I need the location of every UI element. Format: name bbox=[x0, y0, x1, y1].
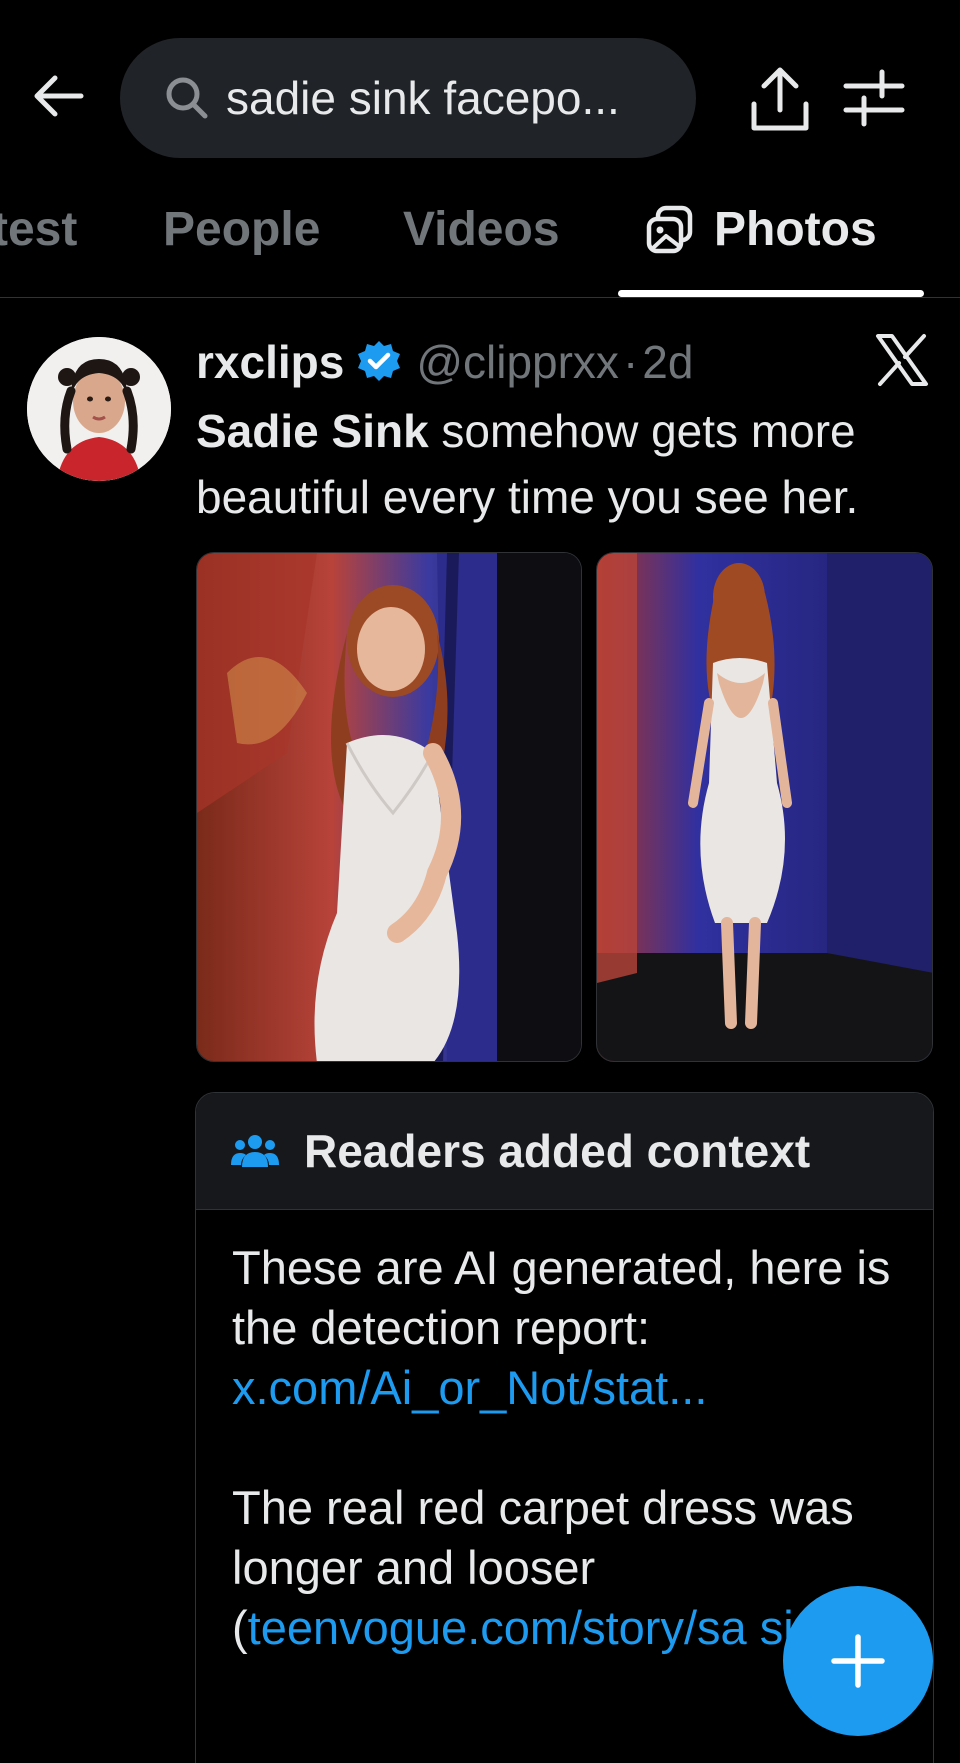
x-logo-icon[interactable] bbox=[874, 332, 930, 388]
note-paragraph-1: These are AI generated, here is the dete… bbox=[232, 1241, 891, 1354]
share-icon[interactable] bbox=[748, 64, 812, 136]
search-query: sadie sink facepo... bbox=[226, 72, 620, 124]
verified-badge-icon bbox=[358, 341, 401, 381]
photo-front-icon bbox=[197, 553, 581, 1061]
back-button[interactable] bbox=[26, 64, 90, 128]
tab-photos[interactable]: Photos bbox=[644, 202, 877, 257]
post-photo-1[interactable] bbox=[196, 552, 582, 1062]
avatar[interactable] bbox=[27, 337, 171, 481]
photos-icon bbox=[646, 205, 693, 253]
post-text: Sadie Sink somehow gets more beautiful e… bbox=[196, 398, 942, 530]
author-name[interactable]: rxclips bbox=[196, 335, 344, 389]
note-paragraph-2: The real red carpet dress was longer and… bbox=[232, 1481, 854, 1594]
note-open-paren: ( bbox=[232, 1601, 248, 1654]
post-photo-2[interactable] bbox=[596, 552, 933, 1062]
photo-back-icon bbox=[597, 553, 932, 1061]
author-handle[interactable]: @clipprxx bbox=[416, 335, 619, 389]
search-tabs: test People Videos Photos bbox=[0, 180, 960, 298]
tab-videos[interactable]: Videos bbox=[403, 202, 560, 257]
community-note-body: These are AI generated, here is the dete… bbox=[196, 1210, 933, 1658]
tab-people[interactable]: People bbox=[163, 202, 320, 257]
community-note-header: Readers added context bbox=[196, 1093, 933, 1210]
search-input[interactable]: sadie sink facepo... bbox=[120, 38, 696, 158]
post-header: rxclips @clipprxx · 2d bbox=[196, 330, 693, 394]
people-icon bbox=[231, 1135, 279, 1167]
top-bar: sadie sink facepo... bbox=[0, 0, 960, 160]
avatar-image-icon bbox=[27, 337, 171, 481]
post-time[interactable]: 2d bbox=[642, 335, 693, 389]
note-link-1[interactable]: x.com/Ai_or_Not/stat... bbox=[232, 1358, 897, 1418]
tab-latest[interactable]: test bbox=[0, 202, 77, 257]
tab-photos-label: Photos bbox=[714, 203, 877, 256]
community-note-title: Readers added context bbox=[304, 1125, 811, 1177]
note-link-2[interactable]: teenvogue.com/story/sa si... bbox=[248, 1601, 833, 1654]
compose-button[interactable] bbox=[783, 1586, 933, 1736]
meta-separator: · bbox=[622, 336, 639, 388]
back-arrow-icon bbox=[34, 75, 84, 117]
plus-icon bbox=[831, 1634, 885, 1688]
tab-active-indicator bbox=[618, 290, 924, 297]
post-text-mention: Sadie Sink bbox=[196, 405, 429, 457]
search-icon bbox=[166, 77, 208, 119]
filter-icon[interactable] bbox=[842, 66, 906, 130]
